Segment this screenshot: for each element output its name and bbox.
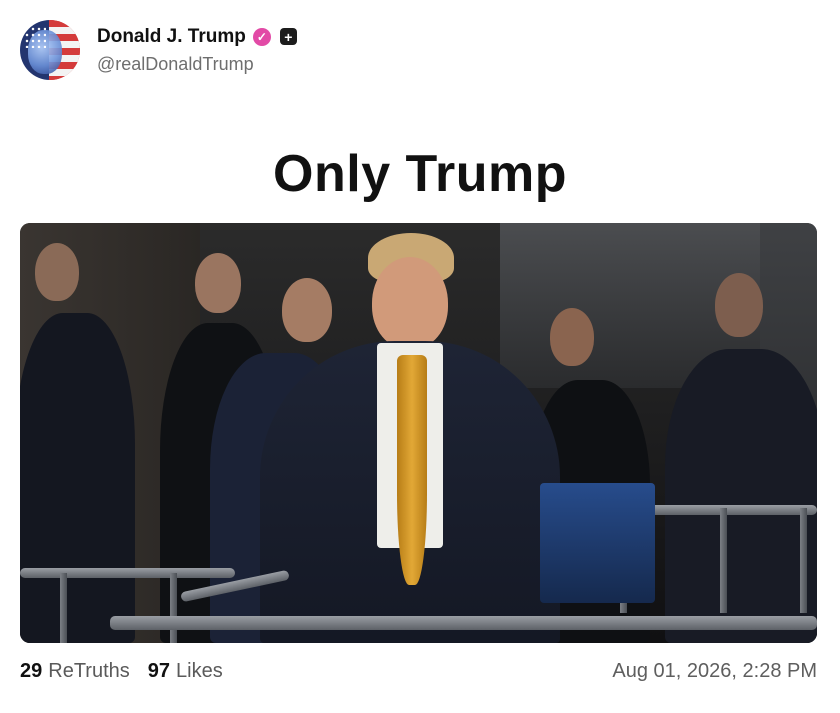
photo-blue-crate [540, 483, 655, 603]
avatar-stars [24, 26, 46, 48]
retruths-label: ReTruths [48, 660, 130, 682]
photo-face [372, 257, 448, 349]
verified-badge-icon: ✓ [252, 27, 271, 46]
photo-barricade-post [170, 573, 177, 643]
plus-badge-icon: + [279, 28, 297, 45]
post-footer: 29 ReTruths 97 Likes Aug 01, 2026, 2:28 … [20, 660, 817, 683]
photo-central-figure [260, 233, 560, 643]
photo-head [715, 273, 763, 337]
post-photo[interactable] [20, 223, 817, 643]
retruths-stat[interactable]: 29 ReTruths [20, 660, 130, 683]
photo-body [665, 349, 817, 643]
photo-body [20, 313, 135, 643]
post-header: Donald J. Trump ✓ + @realDonaldTrump [20, 20, 297, 80]
photo-person-right [665, 273, 817, 643]
name-row: Donald J. Trump ✓ + [97, 26, 297, 48]
author-handle[interactable]: @realDonaldTrump [97, 54, 297, 75]
photo-barricade-post [60, 573, 67, 643]
author-display-name[interactable]: Donald J. Trump [97, 26, 246, 48]
photo-barricade-post [800, 508, 807, 613]
retruths-count: 29 [20, 660, 43, 682]
likes-count: 97 [147, 660, 171, 682]
post-title: Only Trump [273, 145, 567, 203]
photo-barricade-post [720, 508, 727, 613]
photo-head [35, 243, 79, 301]
photo-tie [397, 355, 427, 585]
photo-barricade-front-rail [110, 616, 817, 630]
photo-person-left [20, 243, 145, 643]
likes-label: Likes [176, 660, 223, 682]
photo-barricade-rail [20, 568, 235, 578]
likes-stat[interactable]: 97 Likes [148, 660, 223, 683]
author-block: Donald J. Trump ✓ + @realDonaldTrump [97, 26, 297, 75]
post-timestamp[interactable]: Aug 01, 2026, 2:28 PM [612, 660, 817, 683]
avatar[interactable] [20, 20, 80, 80]
